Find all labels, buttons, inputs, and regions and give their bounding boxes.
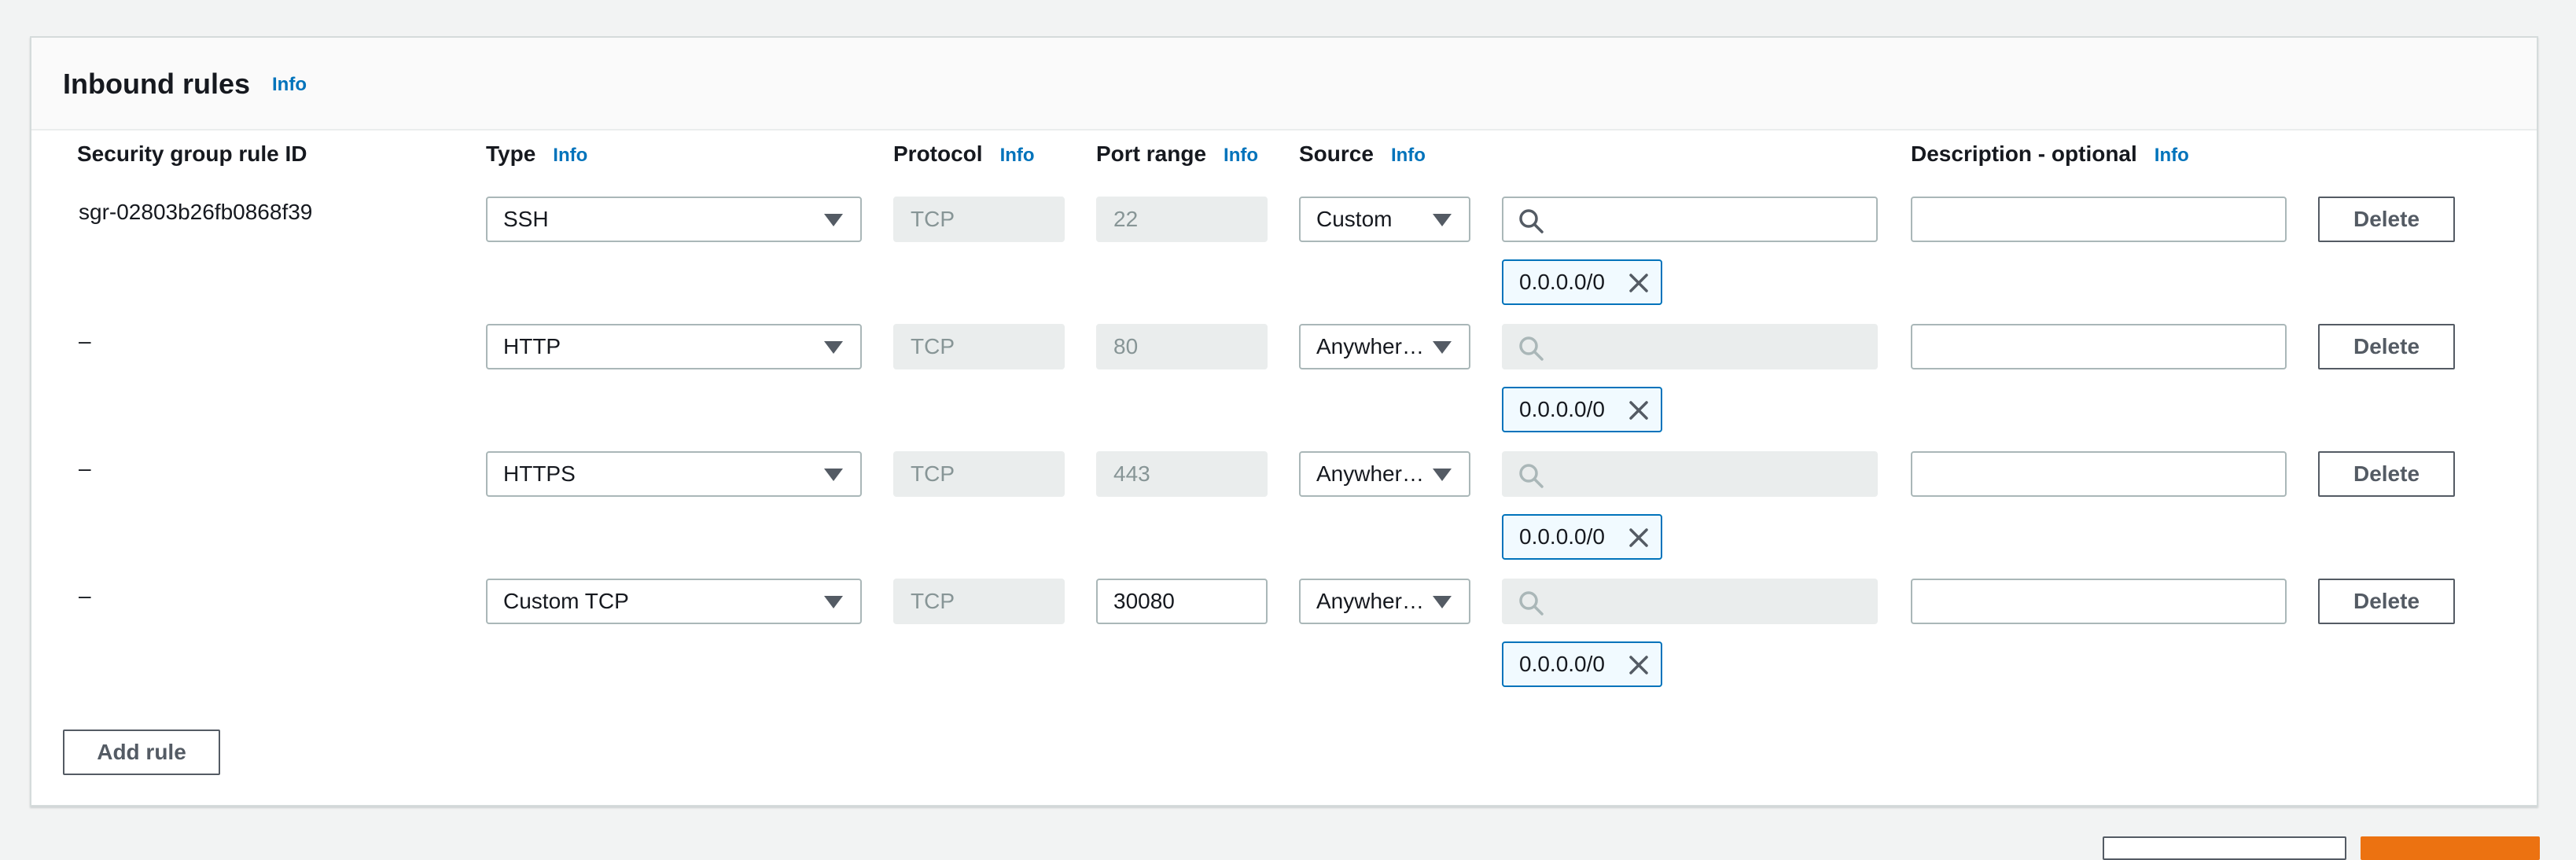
col-header-rule-id: Security group rule ID xyxy=(77,141,307,167)
col-header-port-range: Port range Info xyxy=(1096,141,1258,167)
cidr-token-label: 0.0.0.0/0 xyxy=(1519,524,1605,549)
panel-title: Inbound rules xyxy=(63,68,250,100)
col-header-description-label: Description - optional xyxy=(1911,141,2137,166)
protocol-field: TCP xyxy=(893,324,1065,369)
rule-id: sgr-02803b26fb0868f39 xyxy=(79,200,313,224)
search-icon xyxy=(1519,209,1544,233)
col-header-protocol: Protocol Info xyxy=(893,141,1035,167)
port-range-info-link[interactable]: Info xyxy=(1224,145,1258,166)
col-header-description: Description - optional Info xyxy=(1911,141,2189,167)
type-select[interactable]: Custom TCP xyxy=(486,579,862,624)
protocol-field: TCP xyxy=(893,579,1065,624)
type-select[interactable]: HTTP xyxy=(486,324,862,369)
type-select-value: HTTPS xyxy=(503,461,576,486)
cidr-search-input xyxy=(1502,451,1878,497)
port-range-field: 443 xyxy=(1096,451,1268,497)
source-select-value: Anywher… xyxy=(1316,334,1424,358)
col-header-source-label: Source xyxy=(1299,141,1374,166)
save-rules-button[interactable] xyxy=(2361,836,2540,860)
panel-header: Inbound rules Info xyxy=(31,38,2537,130)
source-select[interactable]: Anywher… xyxy=(1299,324,1470,369)
col-header-type-label: Type xyxy=(486,141,536,166)
close-icon[interactable] xyxy=(1628,654,1650,676)
col-header-source: Source Info xyxy=(1299,141,1426,167)
description-input[interactable] xyxy=(1911,451,2287,497)
caret-down-icon xyxy=(824,596,843,608)
caret-down-icon xyxy=(824,469,843,481)
delete-button[interactable]: Delete xyxy=(2318,324,2455,369)
cancel-button[interactable] xyxy=(2103,836,2346,860)
col-header-rule-id-label: Security group rule ID xyxy=(77,141,307,166)
description-input[interactable] xyxy=(1911,197,2287,242)
port-range-field: 80 xyxy=(1096,324,1268,369)
rule-id: – xyxy=(79,329,91,353)
protocol-field: TCP xyxy=(893,451,1065,497)
protocol-field: TCP xyxy=(893,197,1065,242)
inbound-rules-panel: Inbound rules Info Security group rule I… xyxy=(30,36,2538,807)
close-icon[interactable] xyxy=(1628,399,1650,421)
port-range-input[interactable]: 30080 xyxy=(1096,579,1268,624)
rule-id: – xyxy=(79,456,91,480)
source-select-value: Anywher… xyxy=(1316,461,1424,486)
source-info-link[interactable]: Info xyxy=(1391,145,1426,166)
cidr-token: 0.0.0.0/0 xyxy=(1502,641,1662,687)
cidr-token-label: 0.0.0.0/0 xyxy=(1519,397,1605,421)
title-info-link[interactable]: Info xyxy=(272,74,307,96)
cidr-search-input xyxy=(1502,324,1878,369)
type-info-link[interactable]: Info xyxy=(553,145,587,166)
col-header-port-range-label: Port range xyxy=(1096,141,1207,166)
port-range-field: 22 xyxy=(1096,197,1268,242)
caret-down-icon xyxy=(1433,214,1452,226)
cidr-search-input xyxy=(1502,579,1878,624)
description-info-link[interactable]: Info xyxy=(2155,145,2189,166)
caret-down-icon xyxy=(1433,596,1452,608)
close-icon[interactable] xyxy=(1628,527,1650,549)
source-select[interactable]: Custom xyxy=(1299,197,1470,242)
description-input[interactable] xyxy=(1911,579,2287,624)
source-select-value: Custom xyxy=(1316,207,1393,231)
type-select[interactable]: HTTPS xyxy=(486,451,862,497)
cidr-token: 0.0.0.0/0 xyxy=(1502,514,1662,560)
source-select[interactable]: Anywher… xyxy=(1299,451,1470,497)
protocol-info-link[interactable]: Info xyxy=(1000,145,1035,166)
search-icon xyxy=(1519,464,1544,488)
add-rule-button[interactable]: Add rule xyxy=(63,730,220,775)
col-header-type: Type Info xyxy=(486,141,587,167)
type-select-value: SSH xyxy=(503,207,549,231)
caret-down-icon xyxy=(824,214,843,226)
source-select-value: Anywher… xyxy=(1316,589,1424,613)
type-select[interactable]: SSH xyxy=(486,197,862,242)
caret-down-icon xyxy=(824,341,843,354)
search-icon xyxy=(1519,591,1544,616)
cidr-token-label: 0.0.0.0/0 xyxy=(1519,652,1605,676)
source-select[interactable]: Anywher… xyxy=(1299,579,1470,624)
delete-button[interactable]: Delete xyxy=(2318,197,2455,242)
type-select-value: Custom TCP xyxy=(503,589,629,613)
delete-button[interactable]: Delete xyxy=(2318,451,2455,497)
cidr-token: 0.0.0.0/0 xyxy=(1502,259,1662,305)
search-icon xyxy=(1519,336,1544,361)
col-header-protocol-label: Protocol xyxy=(893,141,983,166)
description-input[interactable] xyxy=(1911,324,2287,369)
cidr-token-label: 0.0.0.0/0 xyxy=(1519,270,1605,294)
close-icon[interactable] xyxy=(1628,272,1650,294)
delete-button[interactable]: Delete xyxy=(2318,579,2455,624)
cidr-token: 0.0.0.0/0 xyxy=(1502,387,1662,432)
caret-down-icon xyxy=(1433,469,1452,481)
rule-id: – xyxy=(79,583,91,608)
caret-down-icon xyxy=(1433,341,1452,354)
type-select-value: HTTP xyxy=(503,334,561,358)
cidr-search-input[interactable] xyxy=(1502,197,1878,242)
